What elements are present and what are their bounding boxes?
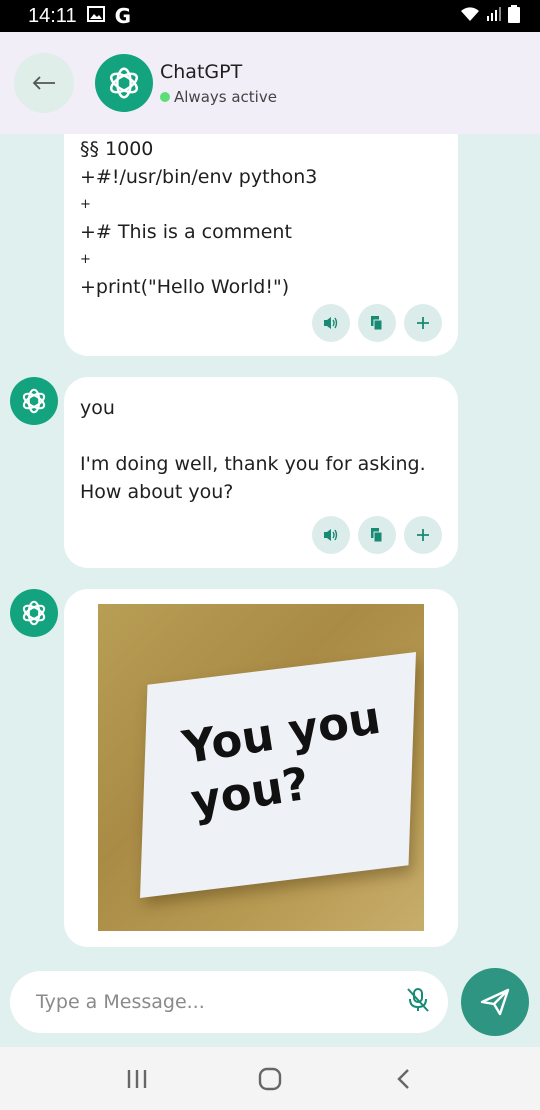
message-input-box: [10, 971, 448, 1033]
message-bubble: §§ 1000 +#!/usr/bin/env python3 + +# Thi…: [64, 134, 458, 356]
system-nav-bar: [0, 1047, 540, 1110]
add-button[interactable]: [404, 516, 442, 554]
message-bubble: You you you?: [64, 589, 458, 947]
code-line: +# This is a comment: [80, 220, 292, 243]
bot-status-text: Always active: [174, 87, 277, 106]
add-icon: [417, 317, 429, 329]
generated-image[interactable]: You you you?: [98, 604, 424, 931]
message-text: you I'm doing well, thank you for asking…: [80, 397, 426, 503]
home-icon: [258, 1067, 282, 1090]
signal-icon: [486, 5, 502, 27]
message-input[interactable]: [36, 991, 406, 1013]
battery-icon: [508, 4, 520, 28]
mic-off-icon[interactable]: [406, 987, 430, 1017]
chat-area[interactable]: §§ 1000 +#!/usr/bin/env python3 + +# Thi…: [0, 134, 540, 956]
add-button[interactable]: [404, 304, 442, 342]
send-icon: [480, 988, 510, 1016]
code-line: +: [80, 252, 91, 267]
online-indicator: [160, 91, 170, 102]
back-button[interactable]: [14, 53, 74, 113]
send-button[interactable]: [461, 968, 529, 1036]
chat-header: ChatGPT Always active: [0, 32, 540, 134]
copy-icon: [371, 316, 383, 330]
copy-button[interactable]: [358, 516, 396, 554]
avatar: [10, 377, 58, 425]
openai-logo-icon: [22, 388, 46, 414]
back-nav-icon: [397, 1068, 410, 1089]
openai-logo-icon: [109, 67, 139, 99]
google-icon: G: [114, 4, 131, 28]
code-line: +: [80, 197, 91, 212]
code-line: +print("Hello World!"): [80, 275, 290, 298]
code-line: +#!/usr/bin/env python3: [80, 165, 318, 188]
add-icon: [417, 529, 429, 541]
home-button[interactable]: [245, 1059, 295, 1099]
code-line: §§ 1000: [80, 138, 154, 160]
bot-name: ChatGPT: [160, 60, 243, 83]
wifi-icon: [460, 5, 480, 27]
speak-button[interactable]: [312, 516, 350, 554]
message-text: §§ 1000 +#!/usr/bin/env python3 + +# Thi…: [80, 136, 317, 301]
speak-button[interactable]: [312, 304, 350, 342]
status-time: 14:11: [28, 4, 77, 27]
speaker-icon: [324, 529, 338, 541]
arrow-left-icon: [32, 76, 55, 90]
avatar: [10, 589, 58, 637]
speaker-icon: [324, 317, 338, 329]
recents-button[interactable]: [112, 1059, 162, 1099]
copy-icon: [371, 528, 383, 542]
copy-button[interactable]: [358, 304, 396, 342]
message-bubble: you I'm doing well, thank you for asking…: [64, 377, 458, 568]
gallery-icon: [86, 5, 105, 27]
status-bar: 14:11 G: [0, 0, 540, 32]
back-nav-button[interactable]: [378, 1059, 428, 1099]
avatar: [95, 54, 153, 112]
recents-icon: [127, 1069, 146, 1088]
openai-logo-icon: [22, 600, 46, 626]
